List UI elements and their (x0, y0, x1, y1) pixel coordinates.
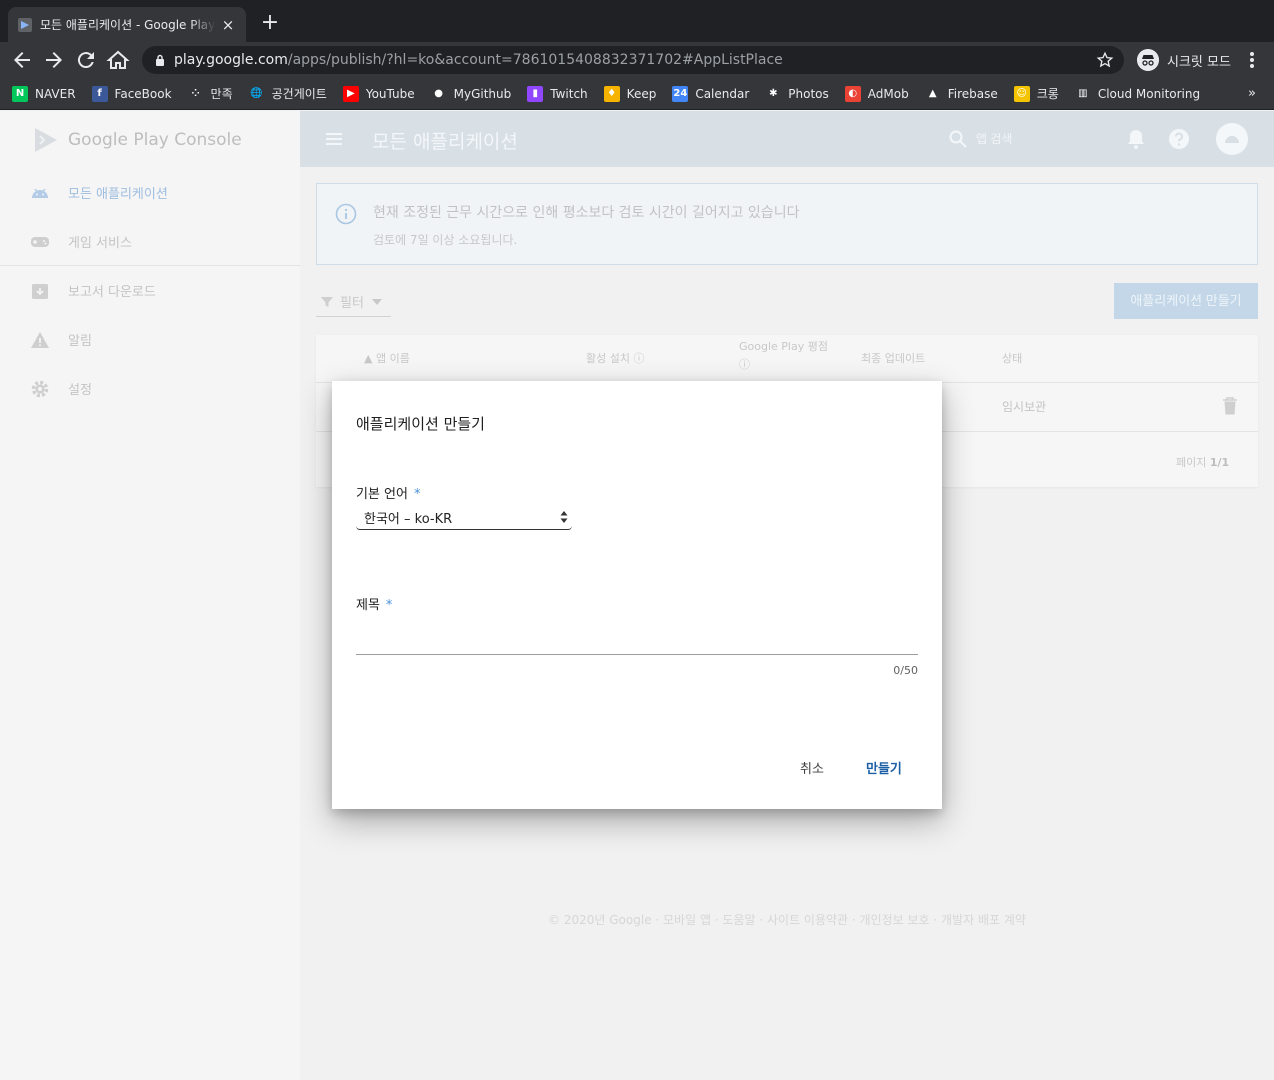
bookmark-label: NAVER (35, 86, 76, 101)
facebook-icon: f (91, 85, 108, 102)
bookmark-label: AdMob (867, 86, 909, 101)
bookmark-crong[interactable]: ☺ 크롱 (1013, 85, 1059, 102)
required-mark: * (413, 487, 421, 502)
browser-tabstrip: 모든 애플리케이션 - Google Play Console × + (0, 0, 1274, 42)
url-host: play.google.com (174, 52, 288, 68)
admob-icon: ◐ (844, 85, 861, 102)
incognito-indicator[interactable]: 시크릿 모드 (1131, 46, 1237, 74)
keep-icon: ♦ (603, 85, 620, 102)
naver-icon: N (12, 85, 28, 102)
bookmark-label: Cloud Monitoring (1097, 86, 1201, 101)
bookmark-star-icon[interactable] (1096, 51, 1114, 69)
bookmark-photos[interactable]: ✱ Photos (765, 85, 829, 102)
bookmark-admob[interactable]: ◐ AdMob (844, 85, 909, 102)
bookmark-naver[interactable]: N NAVER (12, 85, 76, 102)
bookmarks-more-icon[interactable]: » (1248, 86, 1256, 101)
lock-icon (156, 54, 164, 66)
bookmarks-bar: N NAVER f FaceBook ⁘ 만족 🌐 공건게이트 ▶ YouTube ● MyGithu… (0, 78, 1274, 110)
bookmark-dots[interactable]: ⁘ 만족 (187, 85, 233, 102)
back-arrow-icon[interactable] (10, 48, 34, 72)
home-icon[interactable] (106, 48, 130, 72)
tab-close-icon[interactable]: × (220, 16, 236, 34)
bookmark-label: Photos (788, 86, 829, 101)
incognito-icon (1137, 49, 1159, 71)
bookmark-monitoring[interactable]: ▥ Cloud Monitoring (1074, 85, 1201, 102)
bookmark-label: Firebase (947, 86, 998, 101)
youtube-icon: ▶ (342, 85, 359, 102)
address-bar[interactable]: play.google.com /apps/publish/?hl=ko&acc… (142, 46, 1124, 74)
crong-icon: ☺ (1013, 85, 1030, 102)
incognito-label: 시크릿 모드 (1167, 54, 1231, 70)
firebase-icon: ▲ (924, 85, 941, 102)
create-button[interactable]: 만들기 (858, 753, 910, 781)
tab-title: 모든 애플리케이션 - Google Play Console (40, 18, 216, 32)
bookmark-label: YouTube (365, 86, 415, 101)
calendar-icon: 24 (672, 85, 689, 102)
bookmark-label: 만족 (210, 87, 233, 101)
url-path: /apps/publish/?hl=ko&account=78610154088… (287, 52, 783, 68)
select-arrows-icon (560, 511, 568, 523)
required-mark: * (385, 598, 393, 613)
globe-icon: 🌐 (248, 85, 265, 102)
title-label: 제목 * (356, 598, 393, 613)
app-title-input[interactable] (356, 629, 918, 655)
play-console-favicon-icon (18, 17, 32, 32)
default-language-label: 기본 언어 * (356, 487, 421, 502)
browser-tab[interactable]: 모든 애플리케이션 - Google Play Console × (8, 7, 246, 42)
bookmark-label: Keep (626, 86, 657, 101)
twitch-icon: ▮ (527, 85, 544, 102)
bookmark-calendar[interactable]: 24 Calendar (672, 85, 750, 102)
bookmark-youtube[interactable]: ▶ YouTube (342, 85, 415, 102)
browser-menu-icon[interactable] (1242, 48, 1262, 72)
github-icon: ● (430, 85, 447, 102)
browser-toolbar: play.google.com /apps/publish/?hl=ko&acc… (0, 42, 1274, 78)
bookmark-facebook[interactable]: f FaceBook (91, 85, 172, 102)
photos-icon: ✱ (765, 85, 782, 102)
forward-arrow-icon[interactable] (42, 48, 66, 72)
dots-icon: ⁘ (187, 85, 204, 102)
bookmark-label: MyGithub (453, 86, 512, 101)
reload-icon[interactable] (74, 48, 98, 72)
new-tab-button[interactable]: + (258, 12, 282, 36)
default-language-select[interactable]: 한국어 – ko-KR (356, 506, 572, 530)
bookmark-twitch[interactable]: ▮ Twitch (527, 85, 588, 102)
bookmark-label: Calendar (695, 86, 750, 101)
language-selected-value: 한국어 – ko-KR (364, 512, 453, 527)
title-char-counter: 0/50 (893, 664, 918, 677)
cancel-button[interactable]: 취소 (792, 753, 832, 781)
bookmark-label: 공건게이트 (271, 87, 327, 101)
bookmark-label: 크롱 (1036, 87, 1059, 101)
create-application-dialog: 애플리케이션 만들기 기본 언어 * 한국어 – ko-KR 제목 * 0/50 취… (332, 381, 942, 809)
bookmark-keep[interactable]: ♦ Keep (603, 85, 657, 102)
bookmark-globe[interactable]: 🌐 공건게이트 (248, 85, 327, 102)
dialog-title: 애플리케이션 만들기 (356, 415, 485, 433)
monitoring-icon: ▥ (1074, 85, 1091, 102)
bookmark-github[interactable]: ● MyGithub (430, 85, 512, 102)
bookmark-label: Twitch (550, 86, 588, 101)
bookmark-firebase[interactable]: ▲ Firebase (924, 85, 998, 102)
bookmark-label: FaceBook (114, 86, 172, 101)
